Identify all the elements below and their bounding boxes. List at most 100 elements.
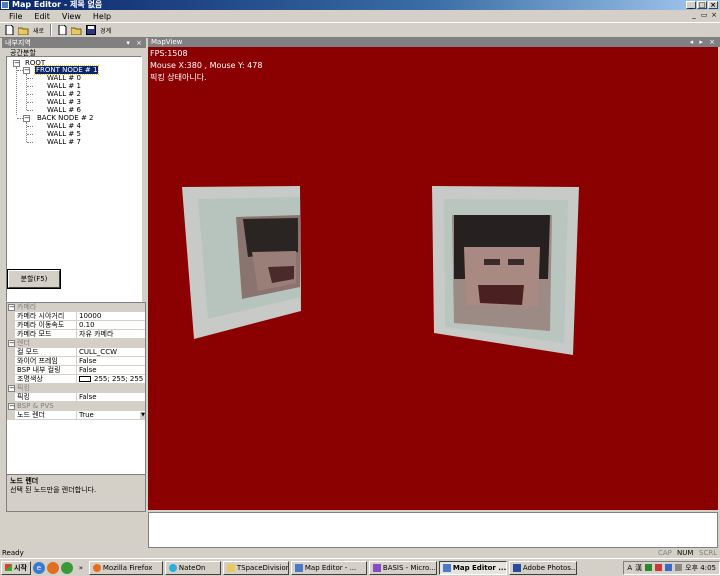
minimize-button[interactable]: _ xyxy=(686,1,696,9)
property-row[interactable]: 와이어 프레임 False xyxy=(7,357,145,366)
property-value[interactable]: CULL_CCW xyxy=(77,348,145,357)
task-tspacedivision[interactable]: TSpaceDivision xyxy=(222,560,289,575)
root-collapse-icon[interactable]: − xyxy=(13,60,20,67)
property-row[interactable]: 카메라 모드 자유 카메라 xyxy=(7,330,145,339)
tree-node-front[interactable]: FRONT NODE # 1 xyxy=(33,65,100,75)
menu-view[interactable]: View xyxy=(61,12,82,21)
status-text: Ready xyxy=(2,549,24,557)
save-icon[interactable] xyxy=(85,25,96,36)
collapse-icon[interactable]: − xyxy=(8,304,15,311)
open-icon[interactable] xyxy=(71,25,82,36)
menu-file[interactable]: File xyxy=(8,12,23,21)
property-row[interactable]: 카메라 시야거리 10000 xyxy=(7,312,145,321)
tray-network-icon[interactable] xyxy=(645,564,653,571)
tray-security-icon[interactable] xyxy=(655,564,663,571)
num-indicator: NUM xyxy=(677,549,694,557)
clock[interactable]: 오후 4:05 xyxy=(685,563,716,573)
panel-pin-close-icon[interactable]: ▾ × xyxy=(126,38,144,48)
task-photoshop[interactable]: Adobe Photos... xyxy=(508,560,577,575)
tree-node-back[interactable]: BACK NODE # 2 xyxy=(37,114,94,122)
tree-node-wall[interactable]: WALL # 2 xyxy=(47,90,81,98)
property-value: 255; 255; 255 xyxy=(94,375,144,383)
dropdown-arrow-icon[interactable]: ▼ xyxy=(139,411,145,419)
firefox-quicklaunch-icon[interactable] xyxy=(46,561,59,574)
menu-edit[interactable]: Edit xyxy=(33,12,51,21)
property-value[interactable]: 0.10 xyxy=(77,321,145,330)
back-node-collapse-icon[interactable]: − xyxy=(23,115,30,122)
show-more-icon[interactable]: » xyxy=(75,562,87,574)
property-row[interactable]: 컬 모드 CULL_CCW xyxy=(7,348,145,357)
color-property-value[interactable]: 255; 255; 255 xyxy=(77,375,145,384)
open-folder-icon[interactable] xyxy=(18,25,29,36)
folder-icon xyxy=(226,563,235,572)
mapview-controls-icon[interactable]: ◂ ▸ × xyxy=(690,38,717,47)
tree-node-wall[interactable]: WALL # 4 xyxy=(47,122,81,130)
property-name: 카메라 시야거리 xyxy=(17,312,65,320)
description-box: 노드 렌더 선택 된 노드만을 렌더합니다. xyxy=(6,474,146,512)
task-basis[interactable]: BASIS - Micro... xyxy=(368,560,437,575)
system-tray: A 漢 오후 4:05 xyxy=(623,560,720,575)
category-bsp[interactable]: − BSP & PVS xyxy=(7,402,145,411)
taskbar: 시작 e » Mozilla Firefox NateOn TSpaceDivi… xyxy=(0,558,720,576)
category-picking[interactable]: − 픽킹 xyxy=(7,384,145,393)
mdi-restore-icon[interactable]: ▭ xyxy=(700,11,708,19)
property-value[interactable]: 10000 xyxy=(77,312,145,321)
start-button[interactable]: 시작 xyxy=(1,560,31,575)
category-camera[interactable]: − 카메라 xyxy=(7,303,145,312)
tree-node-wall[interactable]: WALL # 3 xyxy=(47,98,81,106)
tree-node-wall[interactable]: WALL # 0 xyxy=(47,74,81,82)
property-row[interactable]: 픽킹 False xyxy=(7,393,145,402)
quicklaunch-icon[interactable] xyxy=(60,561,73,574)
property-value[interactable]: False xyxy=(77,393,145,402)
tray-app-icon[interactable] xyxy=(665,564,673,571)
property-row[interactable]: 노드 렌더 True ▼ xyxy=(7,411,145,420)
tree-line xyxy=(27,78,33,79)
bounds-button[interactable]: 경계 xyxy=(99,25,112,36)
collapse-icon[interactable]: − xyxy=(8,403,15,410)
property-value: True xyxy=(79,411,94,419)
bsp-tree-view[interactable]: − ROOT − FRONT NODE # 1 WALL # 0 WALL # … xyxy=(6,56,142,302)
app-icon xyxy=(442,563,451,572)
new-document-icon[interactable] xyxy=(57,25,68,36)
menu-help[interactable]: Help xyxy=(92,12,112,21)
maximize-button[interactable]: □ xyxy=(697,1,707,9)
tree-node-wall[interactable]: WALL # 5 xyxy=(47,130,81,138)
task-map-editor-1[interactable]: Map Editor - ... xyxy=(290,560,367,575)
task-nateon[interactable]: NateOn xyxy=(164,560,221,575)
property-value[interactable]: False xyxy=(77,357,145,366)
mdi-close-icon[interactable]: × xyxy=(710,11,718,19)
task-label: TSpaceDivision xyxy=(236,563,289,572)
collapse-icon[interactable]: − xyxy=(8,340,15,347)
category-label: BSP & PVS xyxy=(17,402,54,410)
close-button[interactable]: × xyxy=(708,1,718,9)
tree-node-wall[interactable]: WALL # 1 xyxy=(47,82,81,90)
tree-node-wall[interactable]: WALL # 7 xyxy=(47,138,81,146)
property-name: 카메라 모드 xyxy=(17,330,52,338)
tray-volume-icon[interactable] xyxy=(675,564,683,571)
property-row[interactable]: BSP 내부 컬링 False xyxy=(7,366,145,375)
property-row[interactable]: 조명색상 255; 255; 255 xyxy=(7,375,145,384)
output-pane[interactable] xyxy=(148,512,718,548)
map-viewport[interactable]: FPS:1508 Mouse X:380 , Mouse Y: 478 픽킹 상… xyxy=(148,47,718,510)
ime-mode[interactable]: A xyxy=(627,564,632,572)
front-node-collapse-icon[interactable]: − xyxy=(23,67,30,74)
description-title: 노드 렌더 xyxy=(10,477,39,485)
new-button[interactable]: 새로 xyxy=(32,25,45,36)
visual-studio-icon xyxy=(372,563,381,572)
new-file-icon[interactable] xyxy=(4,25,15,36)
property-value[interactable]: False xyxy=(77,366,145,375)
property-row[interactable]: 카메라 이동속도 0.10 xyxy=(7,321,145,330)
ie-icon[interactable]: e xyxy=(32,561,45,574)
ime-hanja[interactable]: 漢 xyxy=(635,563,642,573)
task-map-editor-active[interactable]: Map Editor ... xyxy=(438,560,507,575)
nateon-icon xyxy=(168,563,177,572)
property-value-dropdown[interactable]: True ▼ xyxy=(77,411,145,420)
tree-node-wall[interactable]: WALL # 6 xyxy=(47,106,81,114)
split-button[interactable]: 분할(F5) xyxy=(7,269,61,289)
start-label: 시작 xyxy=(14,563,27,572)
collapse-icon[interactable]: − xyxy=(8,385,15,392)
property-value[interactable]: 자유 카메라 xyxy=(77,330,145,339)
task-firefox[interactable]: Mozilla Firefox xyxy=(88,560,163,575)
category-render[interactable]: − 렌더 xyxy=(7,339,145,348)
mdi-minimize-icon[interactable]: _ xyxy=(690,11,698,19)
